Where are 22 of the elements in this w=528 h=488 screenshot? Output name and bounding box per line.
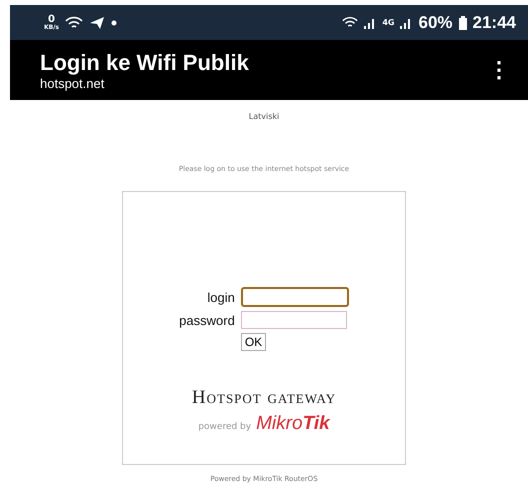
clock: 21:44 — [472, 12, 516, 32]
page-title: Login ke Wifi Publik — [40, 50, 249, 76]
signal-icon — [364, 16, 376, 28]
field-label: login — [206, 290, 235, 304]
page-url: hotspot.net — [40, 76, 106, 90]
ok-button[interactable]: OK — [240, 333, 266, 351]
input-field[interactable] — [240, 311, 347, 329]
network-type: 4G — [382, 18, 394, 27]
menu-button[interactable]: ⋮ — [488, 57, 510, 83]
battery-icon — [458, 16, 467, 30]
powered-by-text: powered by — [198, 422, 252, 432]
wifi-icon — [342, 16, 358, 29]
gateway-title: Hotspot gateway — [192, 387, 336, 409]
battery-level: 60% — [418, 12, 453, 32]
dot-icon — [111, 20, 117, 26]
send-icon — [89, 16, 105, 30]
signal-icon — [400, 16, 412, 28]
field-label: password — [179, 312, 235, 328]
language-link[interactable]: Latviski — [248, 112, 280, 121]
input-field[interactable] — [240, 287, 349, 307]
brand-logo: MikroTik — [256, 413, 330, 435]
wifi-icon — [65, 16, 83, 30]
